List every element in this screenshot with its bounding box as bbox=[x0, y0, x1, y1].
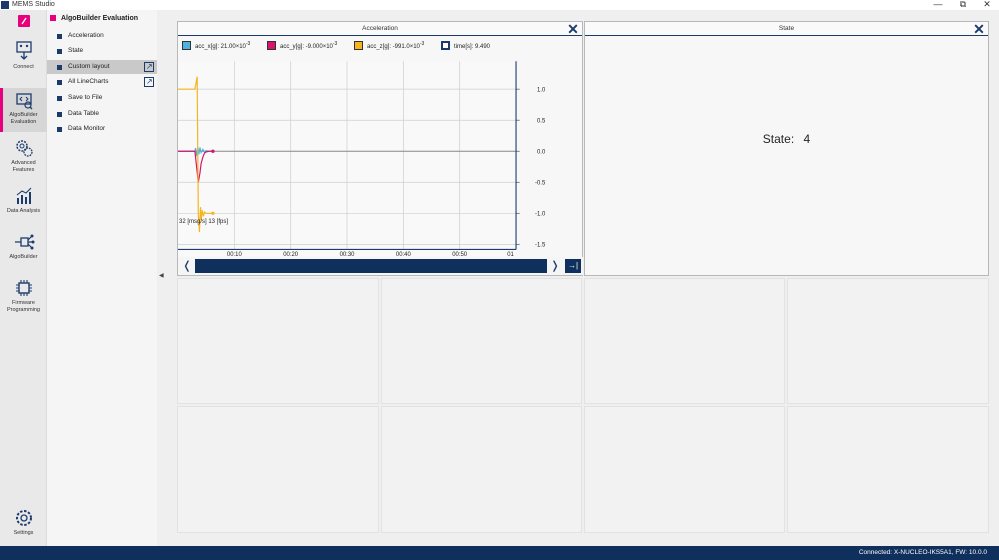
settings-gear-icon bbox=[15, 510, 32, 526]
rail-label-firmware-programming: Firmware Programming bbox=[6, 300, 40, 313]
acceleration-panel: Acceleration ✕ acc_x[g]: 21.00×10-3 acc_… bbox=[177, 21, 583, 276]
subnav-item-data-table[interactable]: Data Table bbox=[47, 107, 157, 121]
series-endpoint bbox=[211, 149, 215, 153]
rail-label-algobuilder: AlgoBuilder bbox=[9, 254, 38, 260]
scroll-to-end-button[interactable]: →| bbox=[565, 259, 581, 273]
home-logo-icon bbox=[17, 15, 30, 27]
bullet-icon bbox=[57, 80, 62, 85]
rail-label-algobuilder-evaluation: AlgoBuilder Evaluation bbox=[9, 112, 38, 125]
rail-connect[interactable]: Connect bbox=[0, 40, 47, 80]
maximize-button[interactable]: ⧉ bbox=[952, 0, 974, 10]
legend-swatch-icon bbox=[354, 41, 363, 50]
fps-readout: 32 [msg/s] 13 [fps] bbox=[179, 219, 229, 225]
y-tick-label: 0.0 bbox=[537, 150, 546, 156]
series-endpoint bbox=[211, 211, 215, 215]
empty-layout-cell[interactable] bbox=[787, 278, 989, 404]
acceleration-panel-title: Acceleration bbox=[178, 22, 582, 36]
subnav-title-mark-icon bbox=[50, 15, 56, 21]
rail-advanced-features[interactable]: Advanced Features bbox=[0, 138, 47, 178]
legend-acc-y[interactable]: acc_y[g]: -9.000×10-3 bbox=[267, 38, 337, 53]
subnav-item-all-linecharts[interactable]: All LineCharts bbox=[47, 75, 157, 89]
sub-nav: AlgoBuilder Evaluation Acceleration Stat… bbox=[47, 10, 157, 546]
state-label: State: bbox=[762, 132, 795, 146]
y-tick-label: 1.0 bbox=[537, 87, 546, 93]
state-panel-title: State bbox=[585, 22, 988, 36]
subnav-item-custom-layout[interactable]: Custom layout bbox=[47, 60, 157, 74]
rail-settings[interactable]: Settings bbox=[0, 508, 47, 542]
legend-acc-x[interactable]: acc_x[g]: 21.00×10-3 bbox=[182, 38, 250, 53]
legend-swatch-icon bbox=[267, 41, 276, 50]
connection-status: Connected: X-NUCLEO-IKS5A1, FW: 10.0.0 bbox=[858, 549, 987, 556]
scroll-track[interactable] bbox=[195, 259, 547, 273]
chart-legend: acc_x[g]: 21.00×10-3 acc_y[g]: -9.000×10… bbox=[182, 38, 505, 50]
y-tick-label: -0.5 bbox=[535, 181, 546, 187]
rail-label-settings: Settings bbox=[13, 530, 34, 536]
rail-algobuilder-evaluation[interactable]: AlgoBuilder Evaluation bbox=[0, 88, 47, 132]
subnav-title: AlgoBuilder Evaluation bbox=[50, 13, 138, 25]
open-external-icon[interactable] bbox=[144, 60, 154, 74]
collapse-sidebar-icon[interactable]: ◀ bbox=[159, 272, 164, 279]
bullet-icon bbox=[57, 112, 62, 117]
connect-icon bbox=[15, 41, 32, 60]
empty-layout-cell[interactable] bbox=[177, 406, 379, 533]
chip-icon bbox=[15, 280, 32, 296]
app-logo-icon bbox=[1, 1, 9, 9]
rail-label-advanced-features: Advanced Features bbox=[11, 160, 36, 173]
open-external-icon[interactable] bbox=[144, 75, 154, 89]
legend-acc-z[interactable]: acc_z[g]: -991.0×10-3 bbox=[354, 38, 424, 53]
title-bar: MEMS Studio — ⧉ ✕ bbox=[0, 0, 999, 10]
window-title: MEMS Studio bbox=[12, 1, 55, 8]
bullet-icon bbox=[57, 127, 62, 132]
empty-layout-cell[interactable] bbox=[381, 406, 582, 533]
status-bar: Connected: X-NUCLEO-IKS5A1, FW: 10.0.0 bbox=[0, 546, 999, 560]
algobuilder-evaluation-icon bbox=[15, 93, 32, 110]
time-scrollbar: ❬ ❭ →| bbox=[178, 257, 583, 275]
empty-layout-cell[interactable] bbox=[584, 406, 785, 533]
close-window-button[interactable]: ✕ bbox=[976, 0, 998, 10]
bullet-icon bbox=[57, 34, 62, 39]
y-tick-label: -1.5 bbox=[535, 243, 546, 249]
rail-label-data-analysis: Data Analysis bbox=[6, 208, 41, 214]
main-nav-rail: Connect AlgoBuilder Evaluation Advanced … bbox=[0, 10, 47, 546]
legend-swatch-icon bbox=[182, 41, 191, 50]
empty-layout-cell[interactable] bbox=[787, 406, 989, 533]
scroll-right-button[interactable]: ❭ bbox=[548, 259, 562, 273]
subnav-item-data-monitor[interactable]: Data Monitor bbox=[47, 122, 157, 136]
algobuilder-icon bbox=[14, 234, 34, 250]
empty-layout-cell[interactable] bbox=[584, 278, 785, 404]
rail-algobuilder[interactable]: AlgoBuilder bbox=[0, 232, 47, 266]
subnav-item-acceleration[interactable]: Acceleration bbox=[47, 29, 157, 43]
gears-icon bbox=[15, 140, 33, 157]
rail-label-connect: Connect bbox=[13, 64, 34, 70]
data-analysis-icon bbox=[16, 187, 31, 204]
rail-firmware-programming[interactable]: Firmware Programming bbox=[0, 278, 47, 318]
bullet-icon bbox=[57, 49, 62, 54]
subnav-item-save-to-file[interactable]: Save to File bbox=[47, 91, 157, 105]
state-panel: State ✕ State: 4 bbox=[584, 21, 989, 276]
scroll-left-button[interactable]: ❬ bbox=[180, 259, 194, 273]
y-tick-label: 0.5 bbox=[537, 118, 546, 124]
subnav-item-state[interactable]: State bbox=[47, 44, 157, 58]
state-readout: State: 4 bbox=[585, 132, 988, 146]
acceleration-chart: 00:10 00:20 00:30 00:40 00:50 011.00.50.0-0.5… bbox=[178, 61, 546, 258]
minimize-button[interactable]: — bbox=[927, 0, 949, 10]
state-close-button[interactable]: ✕ bbox=[973, 22, 985, 36]
y-tick-label: -1.0 bbox=[535, 212, 546, 218]
empty-layout-cell[interactable] bbox=[177, 278, 379, 404]
acceleration-close-button[interactable]: ✕ bbox=[567, 22, 579, 36]
rail-home-button[interactable] bbox=[0, 14, 47, 34]
bullet-icon bbox=[57, 96, 62, 101]
legend-swatch-icon bbox=[441, 41, 450, 50]
bullet-icon bbox=[57, 65, 62, 70]
empty-layout-cell[interactable] bbox=[381, 278, 582, 404]
rail-data-analysis[interactable]: Data Analysis bbox=[0, 186, 47, 226]
state-value: 4 bbox=[803, 132, 811, 146]
